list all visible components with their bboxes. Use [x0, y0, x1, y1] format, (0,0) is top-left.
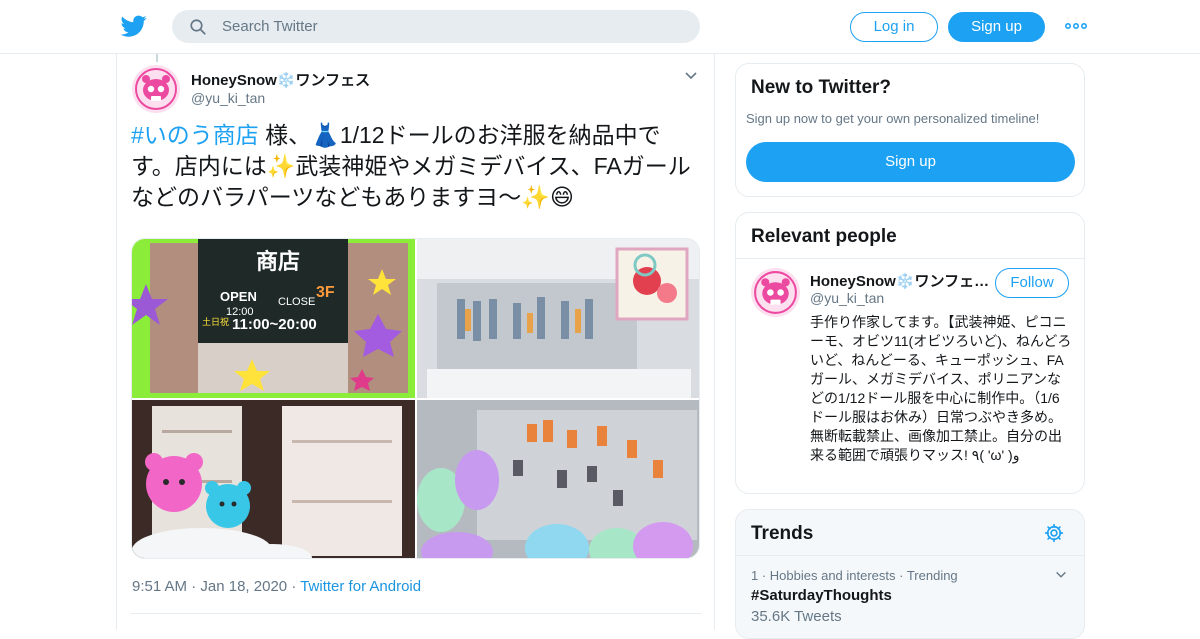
- tweet-time[interactable]: 9:51 AM: [132, 578, 187, 595]
- sidebar-signup-button[interactable]: Sign up: [746, 142, 1075, 182]
- skull-logo-avatar: [751, 268, 800, 317]
- follow-button[interactable]: Follow: [995, 268, 1069, 298]
- card-title: New to Twitter?: [751, 77, 892, 98]
- person-bio: 手作り作家してます。【武装神姫、ピコニーモ、オビツ11(オビツろいど)、ねんどろ…: [810, 314, 1072, 463]
- chevron-down-icon[interactable]: [683, 68, 699, 84]
- relevant-people-card: Relevant people HoneySnow❄️ワンフェ… @yu_ki_…: [735, 212, 1085, 494]
- skull-logo-avatar: [132, 65, 180, 113]
- search-icon: [190, 19, 206, 35]
- avatar[interactable]: [751, 268, 800, 317]
- divider: [736, 258, 1084, 259]
- more-options-icon[interactable]: [1064, 17, 1088, 35]
- trend-meta: 1 · Hobbies and interests · Trending: [751, 568, 958, 583]
- divider: [131, 613, 701, 614]
- sign-open-text: OPEN: [220, 289, 257, 304]
- tweet-meta: 9:51 AM · Jan 18, 2020 · Twitter for And…: [132, 578, 421, 595]
- new-to-twitter-card: New to Twitter? Sign up now to get your …: [735, 63, 1085, 197]
- trends-card: Trends 1 · Hobbies and interests · Trend…: [735, 509, 1085, 639]
- hashtag-link[interactable]: #いのう商店: [131, 122, 259, 148]
- photo-store-racks[interactable]: [417, 239, 699, 398]
- twitter-bird-icon[interactable]: [120, 13, 148, 39]
- author-name[interactable]: HoneySnow❄️ワンフェス: [191, 69, 370, 90]
- top-bar: Search Twitter Log in Sign up: [0, 0, 1200, 54]
- sign-weekend-text: 土日祝: [202, 316, 229, 327]
- meta-separator: ·: [191, 578, 201, 595]
- sign-close-text: CLOSE: [278, 296, 315, 308]
- chevron-down-icon[interactable]: [1054, 568, 1068, 582]
- gear-icon[interactable]: [1044, 523, 1064, 543]
- tweet-detail: HoneySnow❄️ワンフェス @yu_ki_tan #いのう商店 様、👗1/…: [116, 54, 715, 630]
- tweet-source-link[interactable]: Twitter for Android: [300, 578, 421, 595]
- meta-separator: ·: [291, 578, 301, 595]
- login-button[interactable]: Log in: [850, 12, 938, 42]
- trend-tweet-count: 35.6K Tweets: [751, 608, 842, 625]
- tweet-text: #いのう商店 様、👗1/12ドールのお洋服を納品中です。店内には✨武装神姫やメガ…: [131, 120, 701, 213]
- sign-shop-text: 商店: [256, 249, 300, 274]
- photo-parts-racks[interactable]: [417, 400, 699, 558]
- person-handle[interactable]: @yu_ki_tan: [810, 290, 884, 306]
- person-name[interactable]: HoneySnow❄️ワンフェ…: [810, 270, 990, 291]
- card-title: Trends: [751, 523, 814, 544]
- trend-hashtag[interactable]: #SaturdayThoughts: [751, 587, 892, 604]
- photo-grid[interactable]: 商店 OPEN 12:00 CLOSE 3F 土日祝 11:00~20:00: [131, 238, 700, 559]
- card-subtitle: Sign up now to get your own personalized…: [746, 111, 1040, 126]
- author-handle[interactable]: @yu_ki_tan: [191, 90, 265, 106]
- thread-connector: [156, 54, 158, 62]
- photo-shop-sign[interactable]: 商店 OPEN 12:00 CLOSE 3F 土日祝 11:00~20:00: [132, 239, 415, 398]
- tweet-date[interactable]: Jan 18, 2020: [200, 578, 287, 595]
- sign-weekend-hours: 11:00~20:00: [232, 316, 317, 333]
- signup-button[interactable]: Sign up: [948, 12, 1045, 42]
- card-title: Relevant people: [751, 226, 897, 247]
- divider: [736, 555, 1084, 556]
- sign-floor-text: 3F: [316, 284, 335, 301]
- search-box[interactable]: Search Twitter: [172, 10, 700, 43]
- photo-showcase[interactable]: [132, 400, 415, 558]
- avatar[interactable]: [132, 65, 180, 113]
- search-input[interactable]: Search Twitter: [222, 18, 318, 35]
